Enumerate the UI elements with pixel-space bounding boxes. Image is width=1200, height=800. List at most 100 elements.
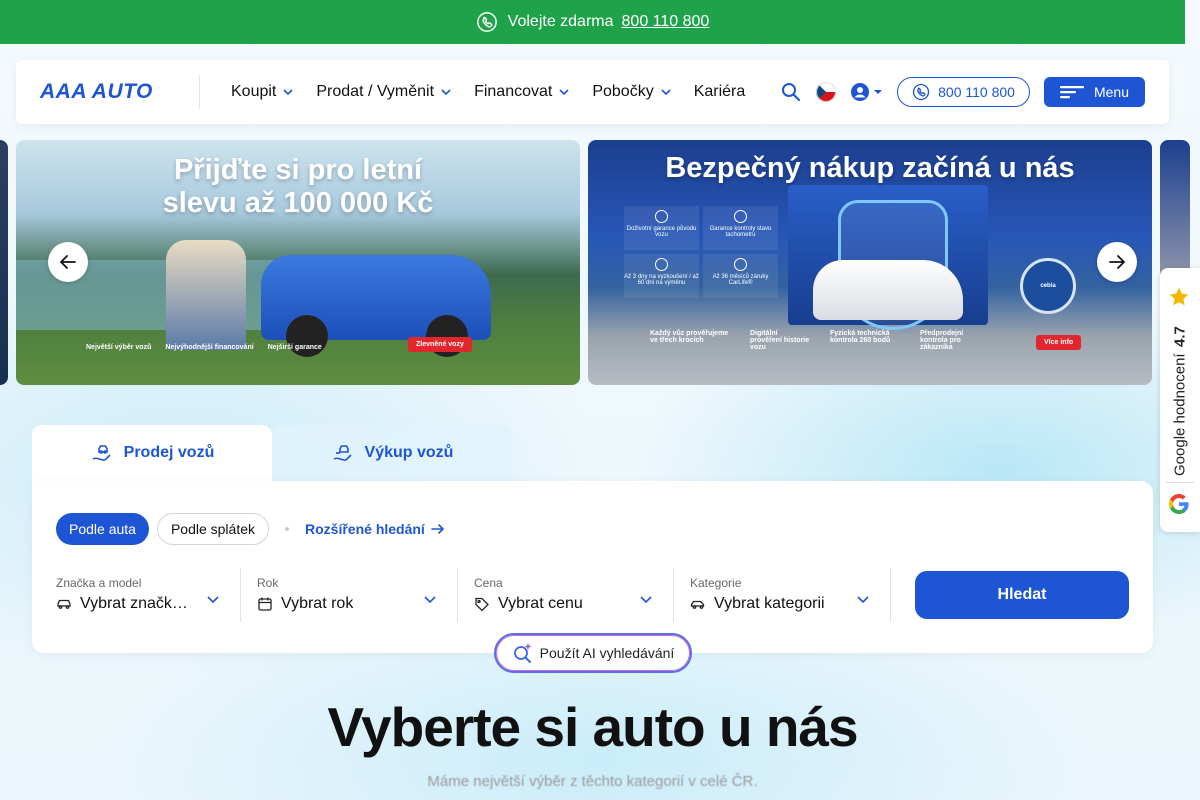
phone-button-label: 800 110 800 [938, 84, 1015, 100]
google-rating-label: Google hodnocení [1171, 353, 1189, 476]
carousel-slide-summer-sale[interactable]: Přijďte si pro letní slevu až 100 000 Kč… [16, 140, 580, 385]
google-rating-text: Google hodnocení 4.7 [1170, 316, 1190, 476]
mode-by-installment-button[interactable]: Podle splátek [156, 513, 270, 545]
topbar-phone-link[interactable]: 800 110 800 [622, 13, 710, 31]
separator-dot [285, 527, 290, 531]
logo[interactable]: AAA AUTO [40, 75, 200, 109]
slide-step: Digitální prověření historie vozu [750, 330, 810, 351]
main-nav: Koupit Prodat / Vyměnit Financovat Poboč… [231, 83, 745, 101]
carousel-slide-safe-purchase[interactable]: Bezpečný nákup začíná u nás Doživotní ga… [588, 140, 1152, 385]
filter-value-text: Vybrat cenu [498, 595, 583, 612]
feature-icon [655, 258, 668, 271]
chevron-down-icon [424, 596, 436, 604]
chevron-down-icon [559, 89, 569, 96]
menu-button[interactable]: Menu [1043, 77, 1145, 107]
topbar-text: Volejte zdarma [507, 13, 614, 30]
filter-value-text: Vybrat kategorii [714, 595, 825, 612]
ai-search-label: Použít AI vyhledávání [539, 645, 675, 661]
slide-steps: Každý vůz prověřujeme ve třech krocích D… [650, 330, 990, 351]
google-rating-badge[interactable]: Google hodnocení 4.7 [1160, 268, 1200, 532]
feature-item: Garance kontroly stavu tachometru [703, 206, 778, 250]
menu-button-label: Menu [1093, 84, 1129, 100]
user-account-icon[interactable] [850, 82, 883, 102]
tab-label: Prodej vozů [123, 444, 215, 461]
ai-search-button[interactable]: Použít AI vyhledávání [494, 633, 692, 673]
year-select[interactable]: Rok Vybrat rok [241, 568, 458, 622]
advanced-search-label: Rozšířené hledání [305, 521, 425, 537]
topbar: Volejte zdarma 800 110 800 [0, 0, 1185, 44]
czech-flag-icon[interactable] [816, 82, 837, 102]
caret-down-icon [874, 90, 883, 94]
feature-item: Až 3 dny na vyzkoušení / až 60 dní na vý… [624, 254, 699, 298]
slide-cta-button[interactable]: Více info [1036, 335, 1082, 350]
header-actions: 800 110 800 Menu [780, 77, 1145, 107]
car-icon [57, 599, 71, 609]
tab-vykup-vozu[interactable]: Výkup vozů [272, 425, 512, 481]
hand-coin-icon [333, 445, 352, 461]
family-illustration [166, 240, 246, 350]
badge-brand: cebia [1040, 283, 1056, 289]
search-filters: Značka a model Vybrat značku a model Rok… [56, 568, 891, 622]
slide-bullet: Nejvýhodnější financování [165, 344, 254, 351]
chevron-down-icon [640, 596, 652, 604]
section-subtitle: Máme největší výběr z těchto kategorií v… [427, 773, 758, 790]
feature-label: Až 3 dny na vyzkoušení / až 60 dní na vý… [624, 274, 699, 286]
slide-bullets: Největší výběr vozů Nejvýhodnější financ… [86, 344, 322, 351]
feature-icon [734, 258, 747, 271]
nav-item-kariera[interactable]: Kariéra [694, 83, 746, 101]
chevron-down-icon [441, 89, 451, 96]
feature-label: Až 36 měsíců záruky CarLife® [712, 274, 769, 286]
carousel-next-button[interactable] [1097, 242, 1137, 282]
chevron-down-icon [661, 89, 671, 96]
chevron-down-icon [283, 89, 293, 96]
feature-grid: Doživotní garance původu vozu Garance ko… [624, 206, 778, 298]
arrow-right-icon [431, 524, 444, 534]
nav-item-prodat[interactable]: Prodat / Vyměnit [316, 83, 452, 101]
ai-sparkle-search-icon [513, 643, 532, 663]
star-icon [1169, 287, 1189, 306]
logo-text: AAA AUTO [40, 80, 153, 103]
brand-model-select[interactable]: Značka a model Vybrat značku a model [56, 568, 241, 622]
slide-bullet: Největší výběr vozů [86, 344, 152, 351]
advanced-search-link[interactable]: Rozšířené hledání [305, 521, 445, 537]
promo-carousel: Přijďte si pro letní slevu až 100 000 Kč… [0, 140, 1190, 385]
tab-label: Výkup vozů [364, 444, 454, 461]
suv-illustration [813, 260, 963, 320]
phone-button[interactable]: 800 110 800 [897, 77, 1030, 107]
filter-label: Značka a model [56, 576, 142, 590]
filter-label: Cena [474, 576, 503, 590]
filter-value-text: Vybrat značku a model [80, 595, 190, 612]
nav-item-label: Financovat [474, 83, 553, 100]
chevron-down-icon [207, 596, 219, 604]
carousel-prev-button[interactable] [48, 242, 88, 282]
slide-bullet: Nejširší garance [267, 344, 322, 351]
filter-value-text: Vybrat rok [281, 595, 354, 612]
divider [1166, 482, 1194, 483]
slide-cta-button[interactable]: Zlevněné vozy [408, 337, 472, 352]
search-icon[interactable] [780, 81, 802, 103]
slide-step: Každý vůz prověřujeme ve třech krocích [650, 330, 729, 344]
carousel-slide-peek[interactable] [0, 140, 8, 385]
phone-icon [912, 83, 930, 101]
category-select[interactable]: Kategorie Vybrat kategorii [674, 568, 891, 622]
nav-item-pobocky[interactable]: Pobočky [592, 83, 671, 101]
main-header: AAA AUTO Koupit Prodat / Vyměnit Financo… [16, 60, 1169, 124]
filter-label: Rok [257, 576, 279, 590]
nav-item-financovat[interactable]: Financovat [474, 83, 570, 101]
chevron-down-icon [857, 596, 869, 604]
search-submit-button[interactable]: Hledat [915, 571, 1129, 619]
search-panel: Podle auta Podle splátek Rozšířené hledá… [32, 481, 1153, 653]
search-mode-row: Podle auta Podle splátek Rozšířené hledá… [56, 513, 445, 545]
price-select[interactable]: Cena Vybrat cenu [458, 568, 674, 622]
nav-item-label: Koupit [231, 83, 277, 100]
cebia-certified-badge: cebia [1020, 258, 1076, 314]
nav-item-label: Pobočky [592, 83, 654, 100]
nav-item-label: Kariéra [693, 83, 746, 100]
tab-prodej-vozu[interactable]: Prodej vozů [32, 425, 272, 481]
search-tabs: Prodej vozů Výkup vozů [32, 425, 512, 481]
nav-item-label: Prodat / Vyměnit [316, 83, 435, 100]
nav-item-koupit[interactable]: Koupit [231, 83, 294, 101]
feature-item: Až 36 měsíců záruky CarLife® [703, 254, 778, 298]
feature-item: Doživotní garance původu vozu [624, 206, 699, 250]
mode-by-car-button[interactable]: Podle auta [56, 513, 149, 545]
